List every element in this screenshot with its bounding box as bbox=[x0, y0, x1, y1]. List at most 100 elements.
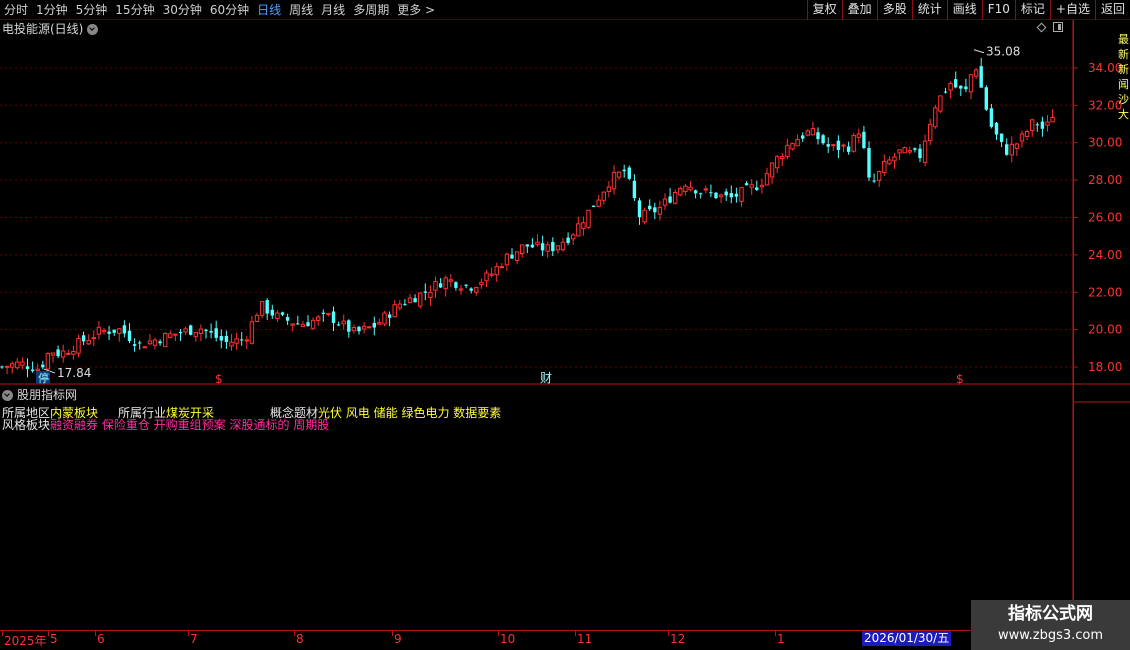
candle-body-down bbox=[540, 243, 545, 251]
candle-body-up bbox=[433, 280, 438, 291]
candle-body-down bbox=[138, 342, 142, 344]
candle-body-up bbox=[606, 186, 612, 193]
candle-body-up bbox=[15, 361, 20, 369]
candle-body-up bbox=[351, 326, 357, 332]
candle-body-up bbox=[101, 330, 107, 333]
candle-body-up bbox=[520, 244, 525, 255]
date-tick bbox=[392, 631, 393, 636]
candlestick-chart[interactable]: 34.0032.0030.0028.0026.0024.0022.0020.00… bbox=[0, 0, 1130, 650]
candle-body-up bbox=[249, 321, 255, 344]
candle-body-down bbox=[189, 325, 193, 335]
date-tick bbox=[498, 631, 499, 636]
candle-body-up bbox=[785, 144, 790, 157]
date-label: 11 bbox=[577, 632, 593, 646]
candle-body-down bbox=[214, 328, 218, 338]
candle-body-down bbox=[989, 108, 994, 127]
candle-body-up bbox=[882, 160, 887, 173]
dividend-marker: $ bbox=[215, 372, 223, 386]
candle-body-down bbox=[648, 205, 652, 210]
indicator-name[interactable]: 股朋指标网 bbox=[17, 387, 77, 403]
candle-body-down bbox=[438, 283, 443, 288]
candle-body-down bbox=[464, 284, 468, 286]
candle-body-down bbox=[285, 317, 290, 321]
candle-body-down bbox=[510, 254, 514, 259]
date-label: 5 bbox=[50, 632, 58, 646]
candle-body-up bbox=[555, 245, 561, 251]
chart-corner-icons bbox=[1036, 22, 1063, 32]
watermark: 指标公式网 www.zbgs3.com bbox=[971, 600, 1130, 650]
candle-body-down bbox=[423, 291, 427, 293]
candle-body-up bbox=[810, 128, 816, 136]
candle-body-down bbox=[637, 200, 642, 218]
candle-body-up bbox=[514, 251, 520, 261]
candle-body-down bbox=[41, 364, 45, 368]
candle-body-down bbox=[336, 324, 341, 326]
candle-body-up bbox=[183, 328, 188, 333]
candle-body-down bbox=[699, 193, 703, 195]
candle-body-up bbox=[703, 188, 708, 191]
candle-body-down bbox=[112, 329, 116, 333]
candle-body-up bbox=[484, 272, 489, 282]
candle-body-down bbox=[826, 144, 830, 147]
candle-body-up bbox=[790, 143, 795, 150]
candle-body-down bbox=[979, 66, 983, 88]
candle-body-down bbox=[209, 331, 213, 333]
candle-body-down bbox=[224, 335, 229, 342]
candle-body-down bbox=[668, 196, 672, 203]
style-row: 风格板块融资融券 保险重仓 开购重组预案 深股通标的 周期股 bbox=[2, 418, 329, 432]
candle-body-up bbox=[897, 149, 902, 154]
chevron-down-icon[interactable] bbox=[2, 389, 13, 401]
date-label: 6 bbox=[97, 632, 105, 646]
candle-body-up bbox=[586, 209, 591, 228]
candle-body-down bbox=[734, 193, 739, 197]
candle-body-up bbox=[683, 185, 688, 193]
candle-body-down bbox=[943, 91, 948, 93]
date-label: 7 bbox=[190, 632, 198, 646]
candle-body-up bbox=[673, 192, 678, 204]
candle-body-up bbox=[657, 206, 663, 215]
candle-body-up bbox=[494, 266, 499, 276]
candle-body-down bbox=[821, 135, 825, 144]
candle-body-up bbox=[361, 325, 367, 330]
candle-body-up bbox=[902, 147, 907, 154]
candle-body-down bbox=[265, 300, 269, 314]
style-label: 风格板块 bbox=[2, 418, 51, 432]
date-tick bbox=[668, 631, 669, 636]
candle-body-up bbox=[616, 171, 622, 178]
candle-body-down bbox=[566, 237, 570, 243]
date-tick bbox=[48, 631, 49, 636]
candle-body-down bbox=[964, 86, 968, 90]
candle-body-down bbox=[846, 146, 851, 152]
candle-body-up bbox=[407, 297, 413, 304]
candle-body-up bbox=[163, 332, 168, 348]
candle-body-up bbox=[499, 266, 505, 269]
candle-body-down bbox=[755, 187, 759, 190]
panel-toggle-icon[interactable] bbox=[1053, 22, 1063, 32]
candle-body-up bbox=[71, 351, 76, 355]
candle-body-up bbox=[841, 144, 846, 147]
date-tick bbox=[2, 631, 3, 636]
diamond-icon[interactable] bbox=[1036, 22, 1047, 32]
candle-body-down bbox=[862, 131, 866, 149]
stock-title: 电投能源(日线) bbox=[2, 22, 84, 36]
candle-body-up bbox=[234, 338, 239, 344]
chart-title: 电投能源(日线) bbox=[2, 21, 99, 37]
candle-body-up bbox=[581, 222, 586, 229]
chevron-down-icon[interactable] bbox=[87, 23, 99, 35]
candle-body-down bbox=[219, 336, 223, 341]
date-axis: 2025年 5 6 7 8 9 10 11 12 1 bbox=[0, 630, 1130, 650]
candle-body-up bbox=[1014, 143, 1020, 149]
side-news-text[interactable]: 最新新闻沙大 bbox=[1118, 32, 1130, 122]
candle-body-up bbox=[341, 320, 346, 325]
candle-body-up bbox=[428, 291, 433, 298]
candle-body-down bbox=[158, 341, 162, 344]
candle-body-up bbox=[739, 187, 744, 202]
candle-body-up bbox=[458, 288, 464, 291]
candle-body-down bbox=[280, 312, 285, 315]
candle-body-up bbox=[611, 172, 617, 190]
candle-body-up bbox=[443, 277, 448, 290]
date-tick bbox=[294, 631, 295, 636]
candle-body-down bbox=[836, 140, 841, 151]
candle-body-down bbox=[801, 135, 805, 139]
candle-body-up bbox=[1045, 121, 1050, 126]
